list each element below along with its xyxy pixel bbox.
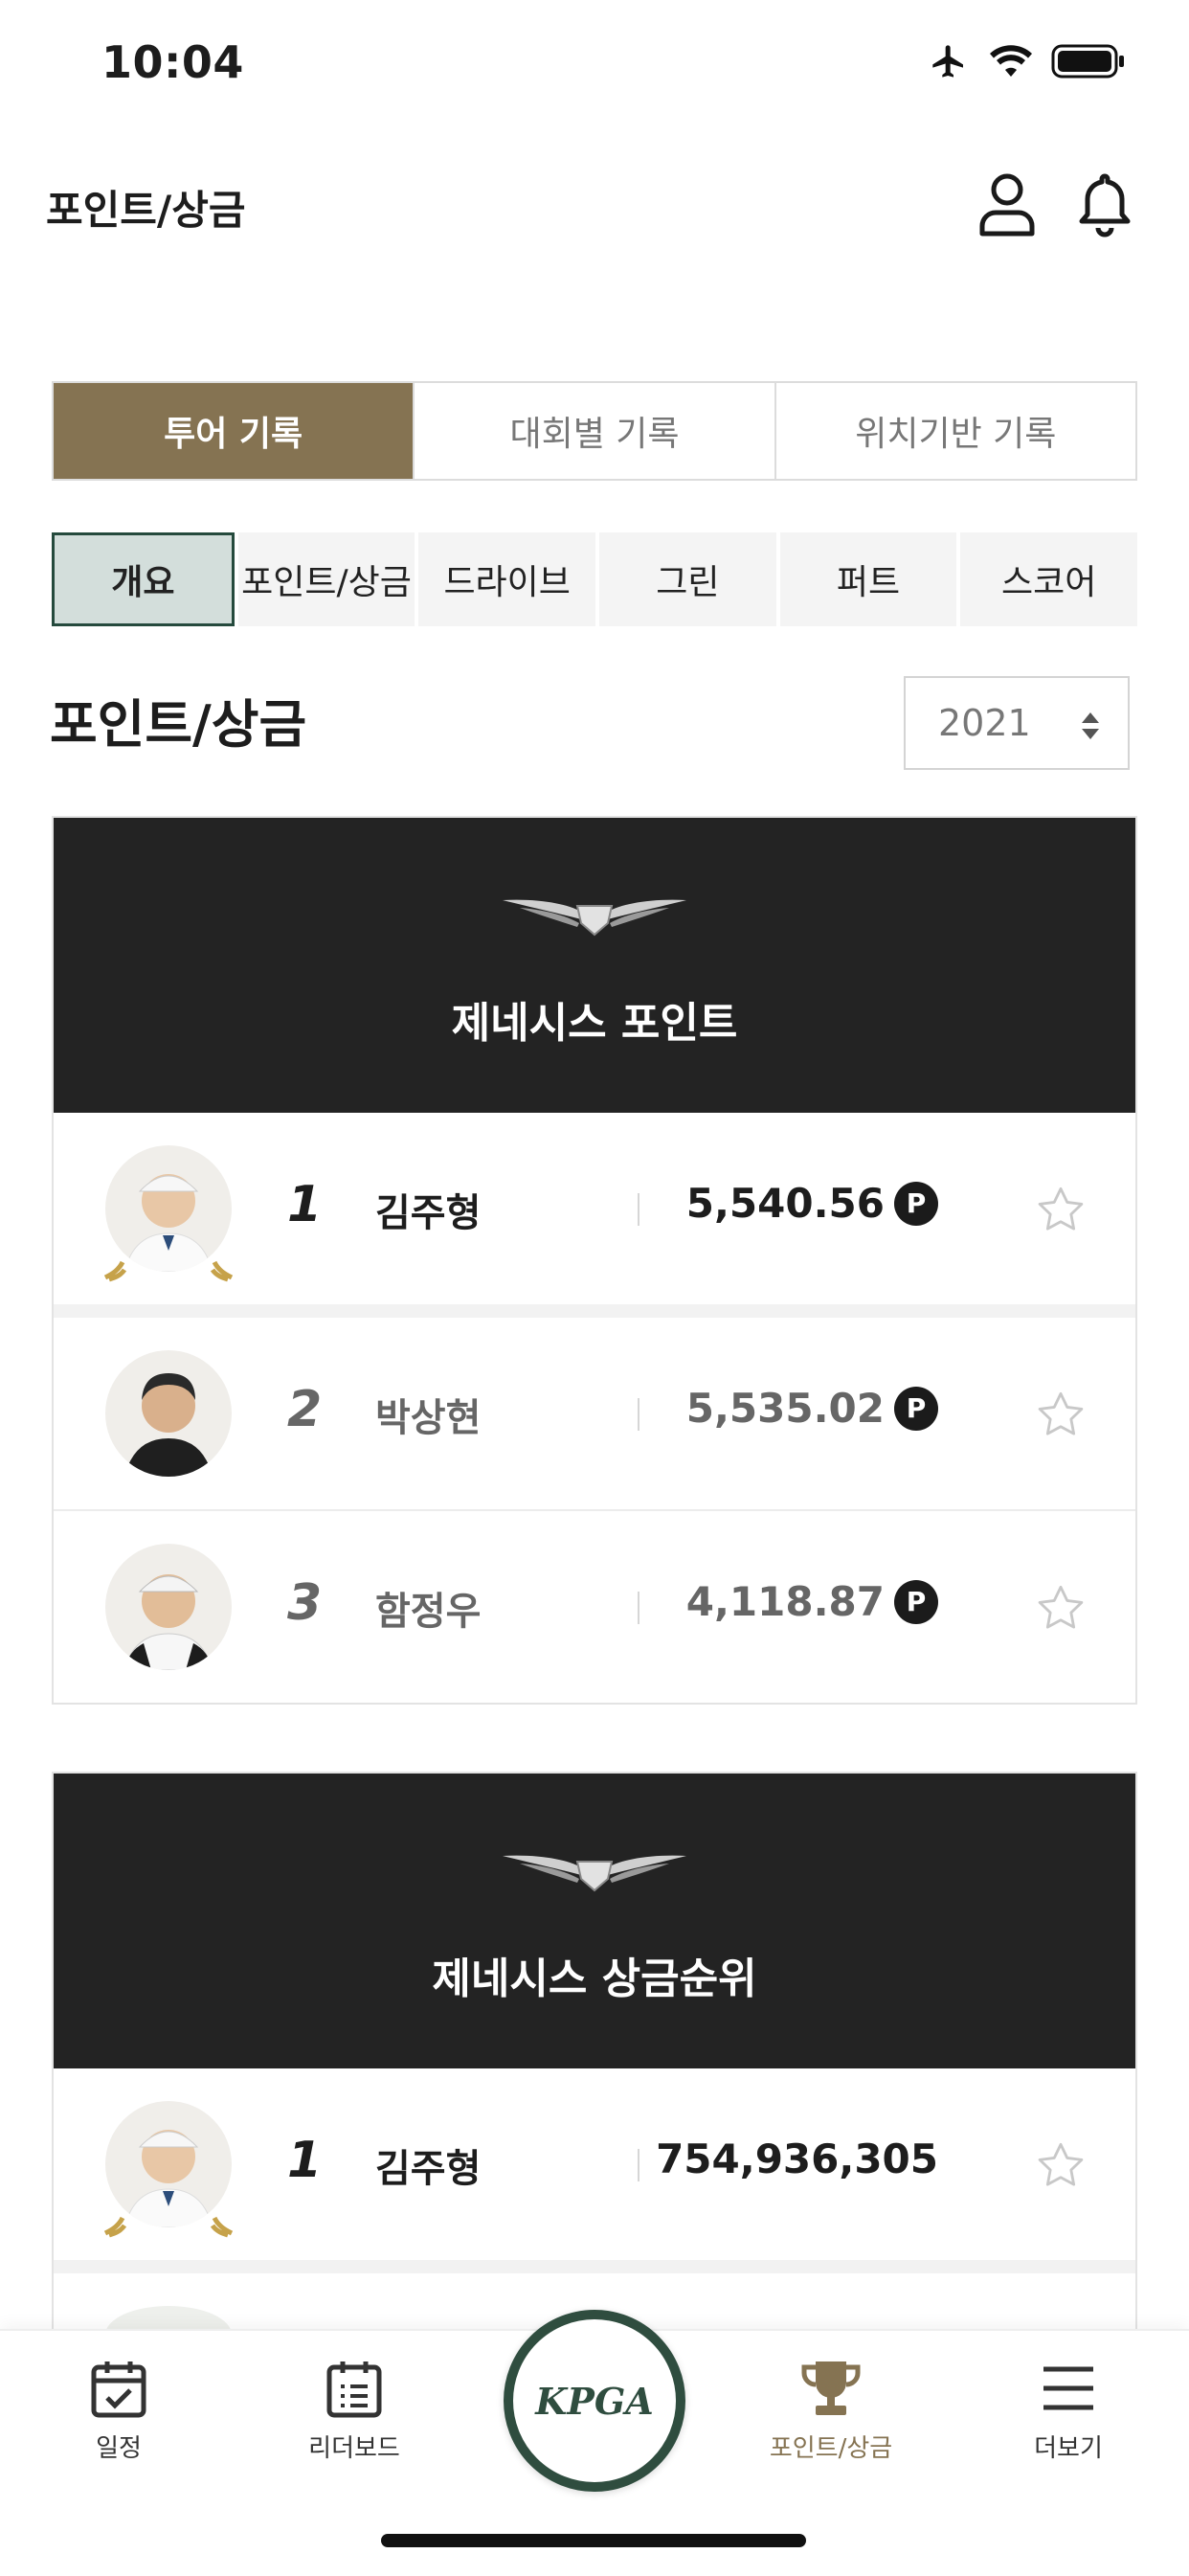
- leaderboard-icon: [326, 2361, 382, 2418]
- ranking-row[interactable]: 1 김주형 5,540.56 P: [54, 1113, 1135, 1318]
- tab-tournament-record[interactable]: 대회별 기록: [415, 383, 776, 479]
- nav-label: 포인트/상금: [769, 2434, 893, 2463]
- status-time: 10:04: [101, 36, 244, 88]
- star-icon[interactable]: [1036, 1390, 1086, 1438]
- player-name: 함정우: [375, 1590, 482, 1634]
- player-avatar: [105, 1350, 232, 1477]
- player-points: 5,535.02 P: [686, 1385, 938, 1432]
- points-badge-icon: P: [894, 1579, 938, 1624]
- nav-schedule[interactable]: 일정: [42, 2358, 195, 2464]
- stat-category-tabs: 개요 포인트/상금 드라이브 그린 퍼트 스코어: [52, 532, 1138, 626]
- laurel-icon: [103, 2216, 234, 2238]
- player-points: 5,540.56 P: [686, 1180, 938, 1227]
- select-arrows-icon: [1082, 712, 1099, 739]
- genesis-money-card: 제네시스 상금순위 1 김주형 754,936,305: [52, 1772, 1137, 2363]
- record-type-tabs: 투어 기록 대회별 기록 위치기반 기록: [52, 381, 1137, 481]
- card-title: 제네시스 포인트: [451, 999, 738, 1048]
- divider: [638, 1592, 639, 1624]
- nav-points-money[interactable]: 포인트/상금: [754, 2358, 908, 2464]
- tab-green[interactable]: 그린: [599, 532, 776, 626]
- points-value: 4,118.87: [685, 1578, 885, 1625]
- ranking-row[interactable]: 3 함정우 4,118.87 P: [54, 1511, 1135, 1703]
- notification-bell-icon[interactable]: [1076, 170, 1133, 237]
- rank-number: 3: [287, 1574, 323, 1632]
- nav-label: 더보기: [1034, 2434, 1103, 2463]
- ranking-row[interactable]: 2 박상현 5,535.02 P: [54, 1318, 1135, 1511]
- page-title: 포인트/상금: [46, 187, 246, 234]
- header-actions: [976, 170, 1133, 237]
- points-badge-icon: P: [894, 1181, 938, 1226]
- player-name: 김주형: [375, 2147, 482, 2191]
- card-title: 제네시스 상금순위: [432, 1955, 757, 2003]
- tab-location-record[interactable]: 위치기반 기록: [776, 383, 1135, 479]
- nav-label: 일정: [96, 2434, 142, 2463]
- nav-more[interactable]: 더보기: [992, 2358, 1145, 2464]
- battery-icon: [1051, 44, 1124, 79]
- player-avatar: [105, 1544, 232, 1670]
- rank-number: 2: [287, 1381, 323, 1438]
- tab-score[interactable]: 스코어: [960, 532, 1138, 626]
- year-select-value: 2021: [938, 702, 1031, 744]
- star-icon[interactable]: [1036, 2141, 1086, 2189]
- star-icon[interactable]: [1036, 1584, 1086, 1632]
- nav-home-kpga-logo[interactable]: KPGA: [504, 2310, 685, 2492]
- player-name: 김주형: [375, 1191, 482, 1235]
- rank-number: 1: [287, 1176, 323, 1233]
- nav-leaderboard[interactable]: 리더보드: [278, 2358, 431, 2464]
- player-name: 박상현: [375, 1396, 482, 1440]
- player-avatar: [105, 2101, 232, 2227]
- tab-overview[interactable]: 개요: [52, 532, 235, 626]
- trophy-icon: [801, 2361, 861, 2415]
- ranking-row[interactable]: 1 김주형 754,936,305: [54, 2068, 1135, 2273]
- airplane-icon: [932, 45, 963, 78]
- menu-icon: [1043, 2366, 1093, 2410]
- year-select[interactable]: 2021: [904, 676, 1130, 770]
- genesis-points-card: 제네시스 포인트 1 김주형 5,540.56 P 2 박상현 5,535.02…: [52, 816, 1137, 1705]
- tab-tour-record[interactable]: 투어 기록: [54, 383, 415, 479]
- money-value: 754,936,305: [656, 2135, 938, 2182]
- genesis-wings-logo: [503, 1855, 686, 1892]
- card-header: 제네시스 상금순위: [54, 1774, 1135, 2068]
- rank-number: 1: [287, 2132, 323, 2189]
- divider: [638, 2149, 639, 2181]
- player-points: 4,118.87 P: [686, 1578, 938, 1625]
- kpga-logo-text: KPGA: [535, 2379, 654, 2423]
- genesis-wings-logo: [503, 899, 686, 937]
- section-title: 포인트/상금: [50, 694, 307, 755]
- tab-points-money[interactable]: 포인트/상금: [237, 532, 415, 626]
- nav-label: 리더보드: [308, 2434, 400, 2463]
- player-money: 754,936,305: [656, 2135, 938, 2182]
- calendar-check-icon: [91, 2361, 146, 2418]
- player-avatar: [105, 1145, 232, 1272]
- card-header: 제네시스 포인트: [54, 818, 1135, 1113]
- home-indicator: [381, 2534, 806, 2547]
- tab-putt[interactable]: 퍼트: [779, 532, 957, 626]
- wifi-icon: [990, 45, 1032, 77]
- divider: [638, 1398, 639, 1431]
- profile-icon[interactable]: [976, 170, 1038, 237]
- points-value: 5,535.02: [685, 1385, 885, 1432]
- points-value: 5,540.56: [685, 1180, 885, 1227]
- tab-drive[interactable]: 드라이브: [418, 532, 596, 626]
- divider: [638, 1193, 639, 1226]
- points-badge-icon: P: [894, 1386, 938, 1431]
- laurel-icon: [103, 1260, 234, 1282]
- star-icon[interactable]: [1036, 1186, 1086, 1233]
- status-icons: [927, 42, 1126, 80]
